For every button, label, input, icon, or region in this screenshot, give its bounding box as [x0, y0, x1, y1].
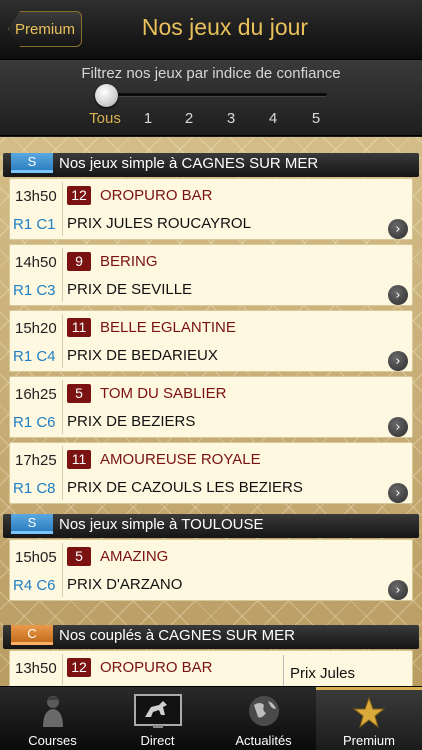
- confidence-slider-thumb[interactable]: [95, 84, 118, 107]
- horse-name: TOM DU SABLIER: [100, 385, 227, 402]
- horse-number: 11: [67, 450, 91, 469]
- games-list[interactable]: S Nos jeux simple à CAGNES SUR MER 13h50…: [0, 137, 422, 686]
- section-title: Nos jeux simple à TOULOUSE: [59, 516, 264, 533]
- section-title: Nos couplés à CAGNES SUR MER: [59, 627, 295, 644]
- race-time: 15h05: [15, 549, 57, 566]
- horse-number: 5: [67, 547, 91, 566]
- horse-name: AMOUREUSE ROYALE: [100, 451, 261, 468]
- confidence-filter: Filtrez nos jeux par indice de confiance…: [0, 60, 422, 136]
- horse-number: 5: [67, 384, 91, 403]
- race-name: PRIX DE BEDARIEUX: [67, 347, 218, 364]
- horse-name: BELLE EGLANTINE: [100, 319, 236, 336]
- horse-number: 11: [67, 318, 91, 337]
- globe-icon: [248, 696, 279, 726]
- horse-name: OROPURO BAR: [100, 659, 213, 676]
- game-card[interactable]: 14h50 R1 C3 9 BERING PRIX DE SEVILLE ›: [9, 244, 413, 306]
- tab-label: Actualités: [235, 733, 292, 748]
- simple-badge: S: [11, 514, 53, 534]
- game-card[interactable]: 16h25 R1 C6 5 TOM DU SABLIER PRIX DE BEZ…: [9, 376, 413, 438]
- tab-bar: Courses Direct Actualités Premium: [0, 686, 422, 750]
- race-name: PRIX D'ARZANO: [67, 576, 183, 593]
- horse-name: AMAZING: [100, 548, 169, 565]
- tab-label: Direct: [140, 733, 175, 748]
- tick-tous[interactable]: Tous: [89, 110, 121, 127]
- tv-horse-icon: [133, 694, 182, 728]
- horse-name: OROPURO BAR: [100, 187, 213, 204]
- star-icon: [352, 696, 386, 729]
- horse-number: 12: [67, 658, 91, 677]
- divider: [62, 248, 63, 302]
- tick-4[interactable]: 4: [269, 110, 277, 127]
- page-title: Nos jeux du jour: [141, 14, 309, 40]
- game-card[interactable]: 15h05 R4 C6 5 AMAZING PRIX D'ARZANO ›: [9, 539, 413, 601]
- jockey-icon: [42, 696, 63, 727]
- race-code: R1 C6: [13, 414, 56, 431]
- divider: [283, 655, 284, 686]
- divider: [62, 446, 63, 500]
- tick-1[interactable]: 1: [144, 110, 152, 127]
- race-time: 17h25: [15, 452, 57, 469]
- tab-premium[interactable]: Premium: [316, 687, 422, 750]
- tick-2[interactable]: 2: [185, 110, 193, 127]
- tab-courses[interactable]: Courses: [0, 687, 105, 750]
- chevron-right-icon[interactable]: ›: [388, 351, 408, 371]
- simple-badge: S: [11, 153, 53, 173]
- race-time: 16h25: [15, 386, 57, 403]
- race-time: 13h50: [15, 188, 57, 205]
- divider: [62, 654, 63, 686]
- horse-name: BERING: [100, 253, 158, 270]
- divider: [62, 543, 63, 597]
- game-card[interactable]: 17h25 R1 C8 11 AMOUREUSE ROYALE PRIX DE …: [9, 442, 413, 504]
- divider: [62, 182, 63, 236]
- race-name: PRIX DE BEZIERS: [67, 413, 196, 430]
- divider: [62, 314, 63, 368]
- horse-number: 12: [67, 186, 91, 205]
- slider-ticks: Tous 1 2 3 4 5: [0, 110, 422, 130]
- race-time: 14h50: [15, 254, 57, 271]
- tick-3[interactable]: 3: [227, 110, 235, 127]
- race-name: PRIX JULES ROUCAYROL: [67, 215, 251, 232]
- race-name: PRIX DE SEVILLE: [67, 281, 193, 298]
- game-card[interactable]: 13h50 R1 C1 12 OROPURO BAR PRIX JULES RO…: [9, 178, 413, 240]
- filter-label: Filtrez nos jeux par indice de confiance: [81, 65, 341, 82]
- section-header: C Nos couplés à CAGNES SUR MER: [3, 625, 419, 649]
- race-time: 15h20: [15, 320, 57, 337]
- nav-header: Premium Nos jeux du jour: [0, 0, 422, 60]
- chevron-right-icon[interactable]: ›: [388, 285, 408, 305]
- tab-direct[interactable]: Direct: [105, 687, 210, 750]
- chevron-right-icon[interactable]: ›: [388, 483, 408, 503]
- race-name: Prix Jules: [290, 665, 356, 682]
- tick-5[interactable]: 5: [312, 110, 320, 127]
- game-card[interactable]: 15h20 R1 C4 11 BELLE EGLANTINE PRIX DE B…: [9, 310, 413, 372]
- couple-badge: C: [11, 625, 53, 645]
- chevron-right-icon[interactable]: ›: [388, 580, 408, 600]
- section-header: S Nos jeux simple à TOULOUSE: [3, 514, 419, 538]
- tab-actualites[interactable]: Actualités: [211, 687, 316, 750]
- chevron-right-icon[interactable]: ›: [388, 219, 408, 239]
- confidence-slider-track[interactable]: [95, 93, 327, 97]
- divider: [62, 380, 63, 434]
- section-title: Nos jeux simple à CAGNES SUR MER: [59, 155, 319, 172]
- race-code: R4 C6: [13, 577, 56, 594]
- game-card[interactable]: 13h50 12 OROPURO BAR Prix Jules: [9, 650, 413, 686]
- section-header: S Nos jeux simple à CAGNES SUR MER: [3, 153, 419, 177]
- race-code: R1 C3: [13, 282, 56, 299]
- race-time: 13h50: [15, 660, 57, 677]
- tab-label: Courses: [28, 733, 77, 748]
- race-code: R1 C1: [13, 216, 56, 233]
- race-code: R1 C4: [13, 348, 56, 365]
- chevron-right-icon[interactable]: ›: [388, 417, 408, 437]
- horse-number: 9: [67, 252, 91, 271]
- race-code: R1 C8: [13, 480, 56, 497]
- tab-label: Premium: [342, 733, 395, 748]
- race-name: PRIX DE CAZOULS LES BEZIERS: [67, 479, 303, 496]
